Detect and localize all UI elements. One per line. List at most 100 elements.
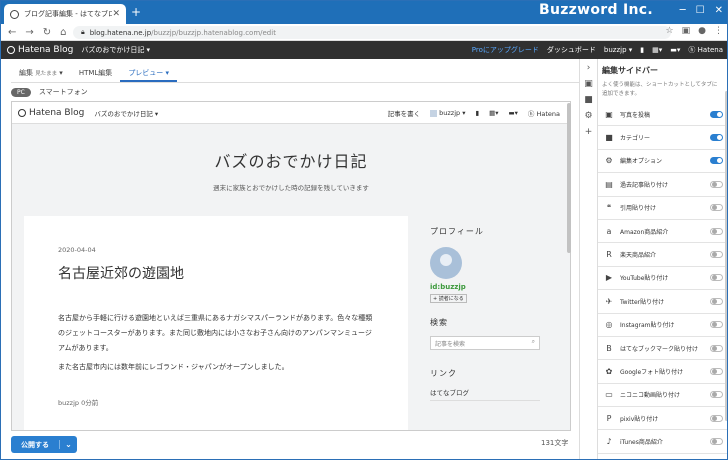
profile-heading: プロフィール xyxy=(430,227,484,236)
tab-html[interactable]: HTML編集 xyxy=(71,63,120,82)
extension-icon[interactable]: ▣ xyxy=(682,26,691,36)
article-author[interactable]: buzzjp 0分前 xyxy=(58,397,374,407)
bookmark-icon[interactable]: ▮ xyxy=(476,109,480,117)
preview-blog-selector[interactable]: バズのおでかけ日記 ▾ xyxy=(94,108,158,118)
device-sp-button[interactable]: スマートフォン xyxy=(39,87,88,97)
preview-sidebar: プロフィール id:buzzjp + 読者になる 検索 記事を検索 ⌕ リンク は… xyxy=(430,216,540,401)
toggle-switch[interactable] xyxy=(710,438,723,446)
tab-preview-label: プレビュー xyxy=(128,69,164,77)
hatena-link[interactable]: ⓗ Hatena xyxy=(528,108,560,118)
panel-item-label: カテゴリー xyxy=(620,135,651,143)
link-hatena-blog[interactable]: はてなブログ xyxy=(430,379,540,401)
reader-button[interactable]: + 読者になる xyxy=(430,294,467,303)
toggle-switch[interactable] xyxy=(710,251,723,259)
bookmark-icon[interactable]: ▮ xyxy=(640,46,644,54)
forward-icon[interactable]: → xyxy=(25,27,33,38)
folder-icon[interactable]: ■ xyxy=(584,95,593,105)
panel-item[interactable]: ▣ 写真を投稿 xyxy=(598,103,727,127)
search-input[interactable]: 記事を検索 ⌕ xyxy=(430,336,540,350)
panel-item[interactable]: ▭ ニコニコ動画貼り付け xyxy=(598,384,727,408)
apps-grid-icon[interactable]: ▦▾ xyxy=(489,109,498,117)
collapse-chevron-icon[interactable]: › xyxy=(587,63,591,73)
panel-item[interactable]: ▶ YouTube貼り付け xyxy=(598,267,727,291)
preview-scrollbar[interactable] xyxy=(567,103,571,253)
toggle-switch[interactable] xyxy=(710,134,723,142)
user-menu[interactable]: buzzjp ▾ xyxy=(604,46,632,54)
toggle-switch[interactable] xyxy=(710,204,723,212)
gear-icon[interactable]: ⚙ xyxy=(584,111,592,121)
toggle-switch[interactable] xyxy=(710,157,723,165)
tab-edit[interactable]: 編集 見たまま ▾ xyxy=(11,63,71,82)
toggle-switch[interactable] xyxy=(710,344,723,352)
panel-item[interactable]: ◎ Instagram貼り付け xyxy=(598,314,727,337)
photo-icon: ▣ xyxy=(605,109,613,119)
reload-icon[interactable]: ↻ xyxy=(43,27,51,38)
minimize-icon[interactable]: ─ xyxy=(680,5,686,16)
site-subtitle: 週末に家族とおでかけした時の記録を残していきます xyxy=(213,184,369,192)
panel-item[interactable]: ▤ 過去記事貼り付け xyxy=(598,173,727,197)
folder-icon: ■ xyxy=(605,133,613,143)
reader-label: 読者になる xyxy=(438,296,464,302)
panel-item[interactable]: ⚙ 編集オプション xyxy=(598,150,727,174)
toggle-switch[interactable] xyxy=(710,391,723,399)
profile-avatar[interactable] xyxy=(430,247,462,279)
hatena-header: Hatena Blog バズのおでかけ日記 ▾ Proにアップグレード ダッシュ… xyxy=(1,41,727,59)
toggle-switch[interactable] xyxy=(710,414,723,422)
back-icon[interactable]: ← xyxy=(8,27,16,38)
write-article-link[interactable]: 記事を書く xyxy=(388,108,421,118)
toggle-switch[interactable] xyxy=(710,110,723,118)
blog-selector[interactable]: バズのおでかけ日記 ▾ xyxy=(81,45,150,55)
preview-user-menu[interactable]: buzzjp ▾ xyxy=(430,109,466,117)
toggle-switch[interactable] xyxy=(710,321,723,329)
article-paragraph-2: また名古屋市内には数年前にレゴランド・ジャパンがオープンしました。 xyxy=(58,363,289,371)
panel-item[interactable]: ■ カテゴリー xyxy=(598,126,727,150)
panel-item[interactable]: R 楽天商品紹介 xyxy=(598,243,727,267)
toggle-switch[interactable] xyxy=(710,227,723,235)
bookmark-star-icon[interactable]: ☆ xyxy=(666,26,674,36)
toggle-switch[interactable] xyxy=(710,297,723,305)
panel-item-label: Instagram貼り付け xyxy=(620,322,675,330)
toggle-switch[interactable] xyxy=(710,367,723,375)
pro-upgrade-link[interactable]: Proにアップグレード xyxy=(472,45,539,55)
site-title[interactable]: バズのおでかけ日記 xyxy=(12,148,570,172)
profile-id[interactable]: id:buzzjp xyxy=(430,283,540,291)
panel-item[interactable]: ♪ iTunes商品紹介 xyxy=(598,430,727,454)
panel-item[interactable]: a Amazon商品紹介 xyxy=(598,220,727,244)
article-title[interactable]: 名古屋近郊の遊園地 xyxy=(58,263,374,283)
browser-tab[interactable]: ブログ記事編集 - はてなブログ ✕ xyxy=(4,4,126,24)
music-icon: ♪ xyxy=(606,437,612,447)
preview-logo[interactable]: Hatena Blog xyxy=(18,108,84,118)
hatena-link[interactable]: ⓗ Hatena xyxy=(688,45,723,55)
search-icon[interactable]: ⌕ xyxy=(532,338,535,346)
search-heading: 検索 xyxy=(430,318,448,327)
home-icon[interactable]: ⌂ xyxy=(60,27,66,38)
panel-item[interactable]: Ppixiv貼り付け xyxy=(598,407,727,431)
panel-item-label: Googleフォト貼り付け xyxy=(620,368,684,376)
add-icon[interactable]: + xyxy=(585,127,593,137)
chevron-down-icon[interactable]: ⌄ xyxy=(59,440,77,449)
hatena-blog-logo[interactable]: Hatena Blog xyxy=(7,45,73,55)
apps-grid-icon[interactable]: ▦▾ xyxy=(652,46,662,54)
toggle-switch[interactable] xyxy=(710,274,723,282)
toggle-switch[interactable] xyxy=(710,180,723,188)
new-tab-button[interactable]: + xyxy=(131,5,141,19)
panel-item[interactable]: ❝ 引用貼り付け xyxy=(598,197,727,220)
close-window-icon[interactable]: ✕ xyxy=(715,5,723,16)
photo-icon[interactable]: ▣ xyxy=(584,79,593,89)
panel-item[interactable]: ✿ Googleフォト貼り付け xyxy=(598,360,727,384)
article-date[interactable]: 2020-04-04 xyxy=(58,246,374,254)
menu-icon[interactable]: ⋮ xyxy=(714,26,723,36)
panel-item[interactable]: ✈ Twitter貼り付け xyxy=(598,290,727,314)
notification-icon[interactable]: ▬▾ xyxy=(508,109,517,117)
instagram-icon: ◎ xyxy=(605,320,613,330)
close-tab-icon[interactable]: ✕ xyxy=(112,9,120,19)
panel-item[interactable]: B はてなブックマーク貼り付け xyxy=(598,337,727,361)
url-field[interactable]: 🔒︎ blog.hatena.ne.jp /buzzjp/buzzjp.hate… xyxy=(73,26,671,39)
maximize-icon[interactable]: ☐ xyxy=(696,5,705,16)
device-pc-button[interactable]: PC xyxy=(11,87,31,97)
account-icon[interactable]: ● xyxy=(698,26,706,36)
dashboard-link[interactable]: ダッシュボード xyxy=(547,45,596,55)
publish-button[interactable]: 公開する ⌄ xyxy=(11,436,77,453)
tab-preview[interactable]: プレビュー ▾ xyxy=(120,63,178,82)
notification-icon[interactable]: ▬▾ xyxy=(670,46,680,54)
